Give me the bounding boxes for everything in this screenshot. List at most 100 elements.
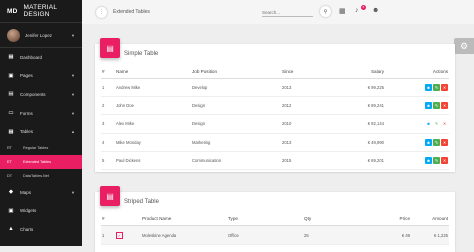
sidebar-subitem-extended-tables[interactable]: ET Extended Tables bbox=[0, 154, 82, 169]
caret-down-icon: ▼ bbox=[71, 73, 75, 79]
edit-icon[interactable]: ✎ bbox=[433, 84, 440, 92]
sidebar-item-components[interactable]: ▤ Components ▼ bbox=[0, 85, 82, 104]
cell-checkbox: ✓ bbox=[115, 225, 141, 245]
striped-table-card: ▤ Striped Table # Product Name Type Qty … bbox=[95, 186, 455, 252]
sidebar-item-maps[interactable]: ◆ Maps ▼ bbox=[0, 183, 82, 202]
sidebar-subitem-datatables[interactable]: DT DataTables.Net bbox=[0, 169, 82, 183]
col-header: # bbox=[101, 212, 115, 226]
subitem-abbr: ET bbox=[7, 159, 12, 164]
sidebar: MD MATERIAL DESIGN Jenifer Lopez ▼ ▦ Dash… bbox=[0, 0, 82, 246]
menu-toggle-button[interactable]: ⋮ bbox=[96, 6, 107, 18]
edit-icon[interactable]: ✎ bbox=[433, 102, 440, 110]
close-icon[interactable]: ✕ bbox=[441, 156, 448, 164]
avatar bbox=[7, 28, 20, 42]
person-icon[interactable]: ☻ bbox=[425, 138, 432, 146]
cell-amount: € 1,225 bbox=[411, 225, 449, 245]
cell-name: Mike Monday bbox=[115, 133, 191, 152]
simple-table-card: ▤ Simple Table # Name Job Position Since… bbox=[95, 38, 455, 172]
close-icon[interactable]: ✕ bbox=[441, 138, 448, 146]
sidebar-item-label: Pages bbox=[20, 73, 33, 79]
col-header: Type bbox=[227, 212, 303, 226]
caret-down-icon: ▼ bbox=[71, 189, 75, 195]
sidebar-item-label: Dashboard bbox=[20, 54, 43, 60]
cell-index: 3 bbox=[101, 114, 115, 134]
col-header: # bbox=[101, 65, 115, 79]
sidebar-item-widgets[interactable]: ▣ Widgets bbox=[0, 202, 82, 221]
sidebar-item-charts[interactable]: ▲ Charts bbox=[0, 220, 82, 239]
forms-icon: ▭ bbox=[8, 110, 14, 117]
col-header: Job Position bbox=[191, 65, 281, 79]
cell-name: John Doe bbox=[115, 96, 191, 116]
cell-since: 2015 bbox=[281, 151, 333, 170]
sidebar-item-dashboard[interactable]: ▦ Dashboard bbox=[0, 48, 82, 67]
assignment-icon: ▤ bbox=[100, 38, 120, 58]
cell-index: 2 bbox=[101, 96, 115, 116]
cell-job: Design bbox=[191, 114, 281, 134]
col-header: Since bbox=[281, 65, 333, 79]
sidebar-subitem-regular-tables[interactable]: RT Regular Tables bbox=[0, 141, 82, 155]
simple-table: # Name Job Position Since Salary Actions… bbox=[101, 65, 449, 170]
table-row: 4 Mike Monday Marketing 2013 € 49,990 ☻ ✎… bbox=[101, 133, 449, 152]
cell-since: 2012 bbox=[281, 96, 333, 116]
subitem-label: DataTables.Net bbox=[23, 173, 49, 178]
sidebar-item-pages[interactable]: ▣ Pages ▼ bbox=[0, 67, 82, 86]
cell-qty: 25 bbox=[303, 225, 359, 245]
user-name: Jenifer Lopez bbox=[25, 32, 53, 38]
person-icon[interactable]: ☻ bbox=[372, 7, 379, 14]
person-icon[interactable]: ☻ bbox=[425, 156, 432, 164]
col-header bbox=[115, 212, 141, 226]
close-icon[interactable]: ✕ bbox=[441, 102, 448, 110]
brand[interactable]: MD MATERIAL DESIGN bbox=[0, 0, 82, 23]
close-icon[interactable]: ✕ bbox=[441, 121, 448, 126]
person-icon[interactable]: ☻ bbox=[425, 121, 432, 126]
sidebar-item-tables[interactable]: ▦ Tables ▲ bbox=[0, 122, 82, 141]
search-button[interactable]: ⚲ bbox=[320, 6, 331, 17]
col-header: Price bbox=[359, 212, 411, 226]
edit-icon[interactable]: ✎ bbox=[433, 156, 440, 164]
subitem-label: Extended Tables bbox=[23, 159, 52, 164]
caret-down-icon: ▼ bbox=[71, 32, 75, 38]
user-menu[interactable]: Jenifer Lopez ▼ bbox=[0, 23, 82, 48]
cell-salary: € 69,201 bbox=[333, 151, 385, 170]
cell-job: Communication bbox=[191, 151, 281, 170]
edit-icon[interactable]: ✎ bbox=[433, 138, 440, 146]
sidebar-item-forms[interactable]: ▭ Forms ▼ bbox=[0, 104, 82, 123]
cell-name: Alex Mike bbox=[115, 114, 191, 134]
brand-abbr: MD bbox=[7, 7, 18, 15]
notifications-icon[interactable]: ♪ bbox=[355, 7, 359, 14]
sidebar-item-label: Forms bbox=[20, 110, 33, 116]
settings-gear-button[interactable]: ⚙ bbox=[454, 38, 474, 54]
col-header: Product Name bbox=[141, 212, 227, 226]
more-vert-icon: ⋮ bbox=[99, 9, 104, 15]
table-header-row: # Product Name Type Qty Price Amount bbox=[101, 212, 449, 226]
assignment-icon: ▤ bbox=[100, 186, 120, 206]
subitem-abbr: RT bbox=[7, 145, 12, 150]
cell-actions: ☻ ✎ ✕ bbox=[385, 78, 449, 98]
search-input[interactable] bbox=[262, 8, 313, 17]
table-header-row: # Name Job Position Since Salary Actions bbox=[101, 65, 449, 79]
cell-salary: € 99,225 bbox=[333, 78, 385, 98]
tables-icon: ▦ bbox=[8, 128, 14, 135]
edit-icon[interactable]: ✎ bbox=[433, 121, 440, 126]
table-row: 1 Andrew Mike Develop 2013 € 99,225 ☻ ✎ ✕ bbox=[101, 78, 449, 98]
apps-grid-icon[interactable]: ▦ bbox=[339, 7, 346, 15]
cell-name: Paul Dickens bbox=[115, 151, 191, 170]
charts-icon: ▲ bbox=[8, 226, 14, 233]
person-icon[interactable]: ☻ bbox=[425, 102, 432, 110]
pages-icon: ▣ bbox=[8, 72, 14, 79]
table-row: 5 Paul Dickens Communication 2015 € 69,2… bbox=[101, 151, 449, 170]
notification-badge: 5 bbox=[361, 5, 366, 10]
cell-job: Marketing bbox=[191, 133, 281, 152]
striped-table: # Product Name Type Qty Price Amount 1 ✓… bbox=[101, 212, 449, 245]
table-row: 3 Alex Mike Design 2010 € 92,144 ☻ ✎ ✕ bbox=[101, 114, 449, 134]
cell-since: 2010 bbox=[281, 114, 333, 134]
sidebar-item-label: Charts bbox=[20, 226, 34, 232]
table-row: 1 ✓ Moleskine Agenda Office 25 € 49 € 1,… bbox=[101, 225, 449, 245]
close-icon[interactable]: ✕ bbox=[441, 84, 448, 92]
cell-index: 1 bbox=[101, 78, 115, 98]
cell-index: 1 bbox=[101, 225, 115, 245]
person-icon[interactable]: ☻ bbox=[425, 84, 432, 92]
cell-product: Moleskine Agenda bbox=[141, 225, 227, 245]
checkbox[interactable]: ✓ bbox=[116, 231, 123, 239]
cell-actions: ☻ ✎ ✕ bbox=[385, 96, 449, 116]
